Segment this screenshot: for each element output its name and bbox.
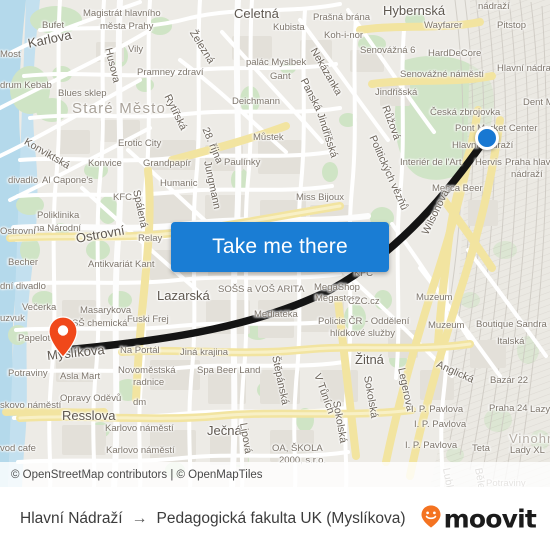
attribution-text: © OpenStreetMap contributors | © OpenMap… <box>11 468 263 481</box>
map-canvas[interactable]: Bufet Magistrát hlavního města Prahy Celetn… <box>0 0 550 487</box>
trip-destination-label: Pedagogická fakulta UK (Myslíkova) <box>156 509 406 527</box>
origin-marker[interactable] <box>475 126 499 150</box>
moovit-wordmark: moovit <box>443 504 537 533</box>
take-me-there-button[interactable]: Take me there <box>171 222 389 272</box>
moovit-trip-map-screen: Bufet Magistrát hlavního města Prahy Celetn… <box>0 0 550 550</box>
map-attribution: © OpenStreetMap contributors | © OpenMap… <box>0 462 550 487</box>
trip-footer-bar: Hlavní Nádraží → Pedagogická fakulta UK … <box>0 487 550 550</box>
moovit-logo[interactable]: moovit <box>420 504 537 533</box>
arrow-right-icon: → <box>131 509 148 527</box>
trip-origin-label: Hlavní Nádraží <box>20 509 123 527</box>
trip-summary: Hlavní Nádraží → Pedagogická fakulta UK … <box>20 510 405 528</box>
moovit-pin-icon <box>420 504 442 533</box>
destination-marker[interactable] <box>48 316 78 358</box>
